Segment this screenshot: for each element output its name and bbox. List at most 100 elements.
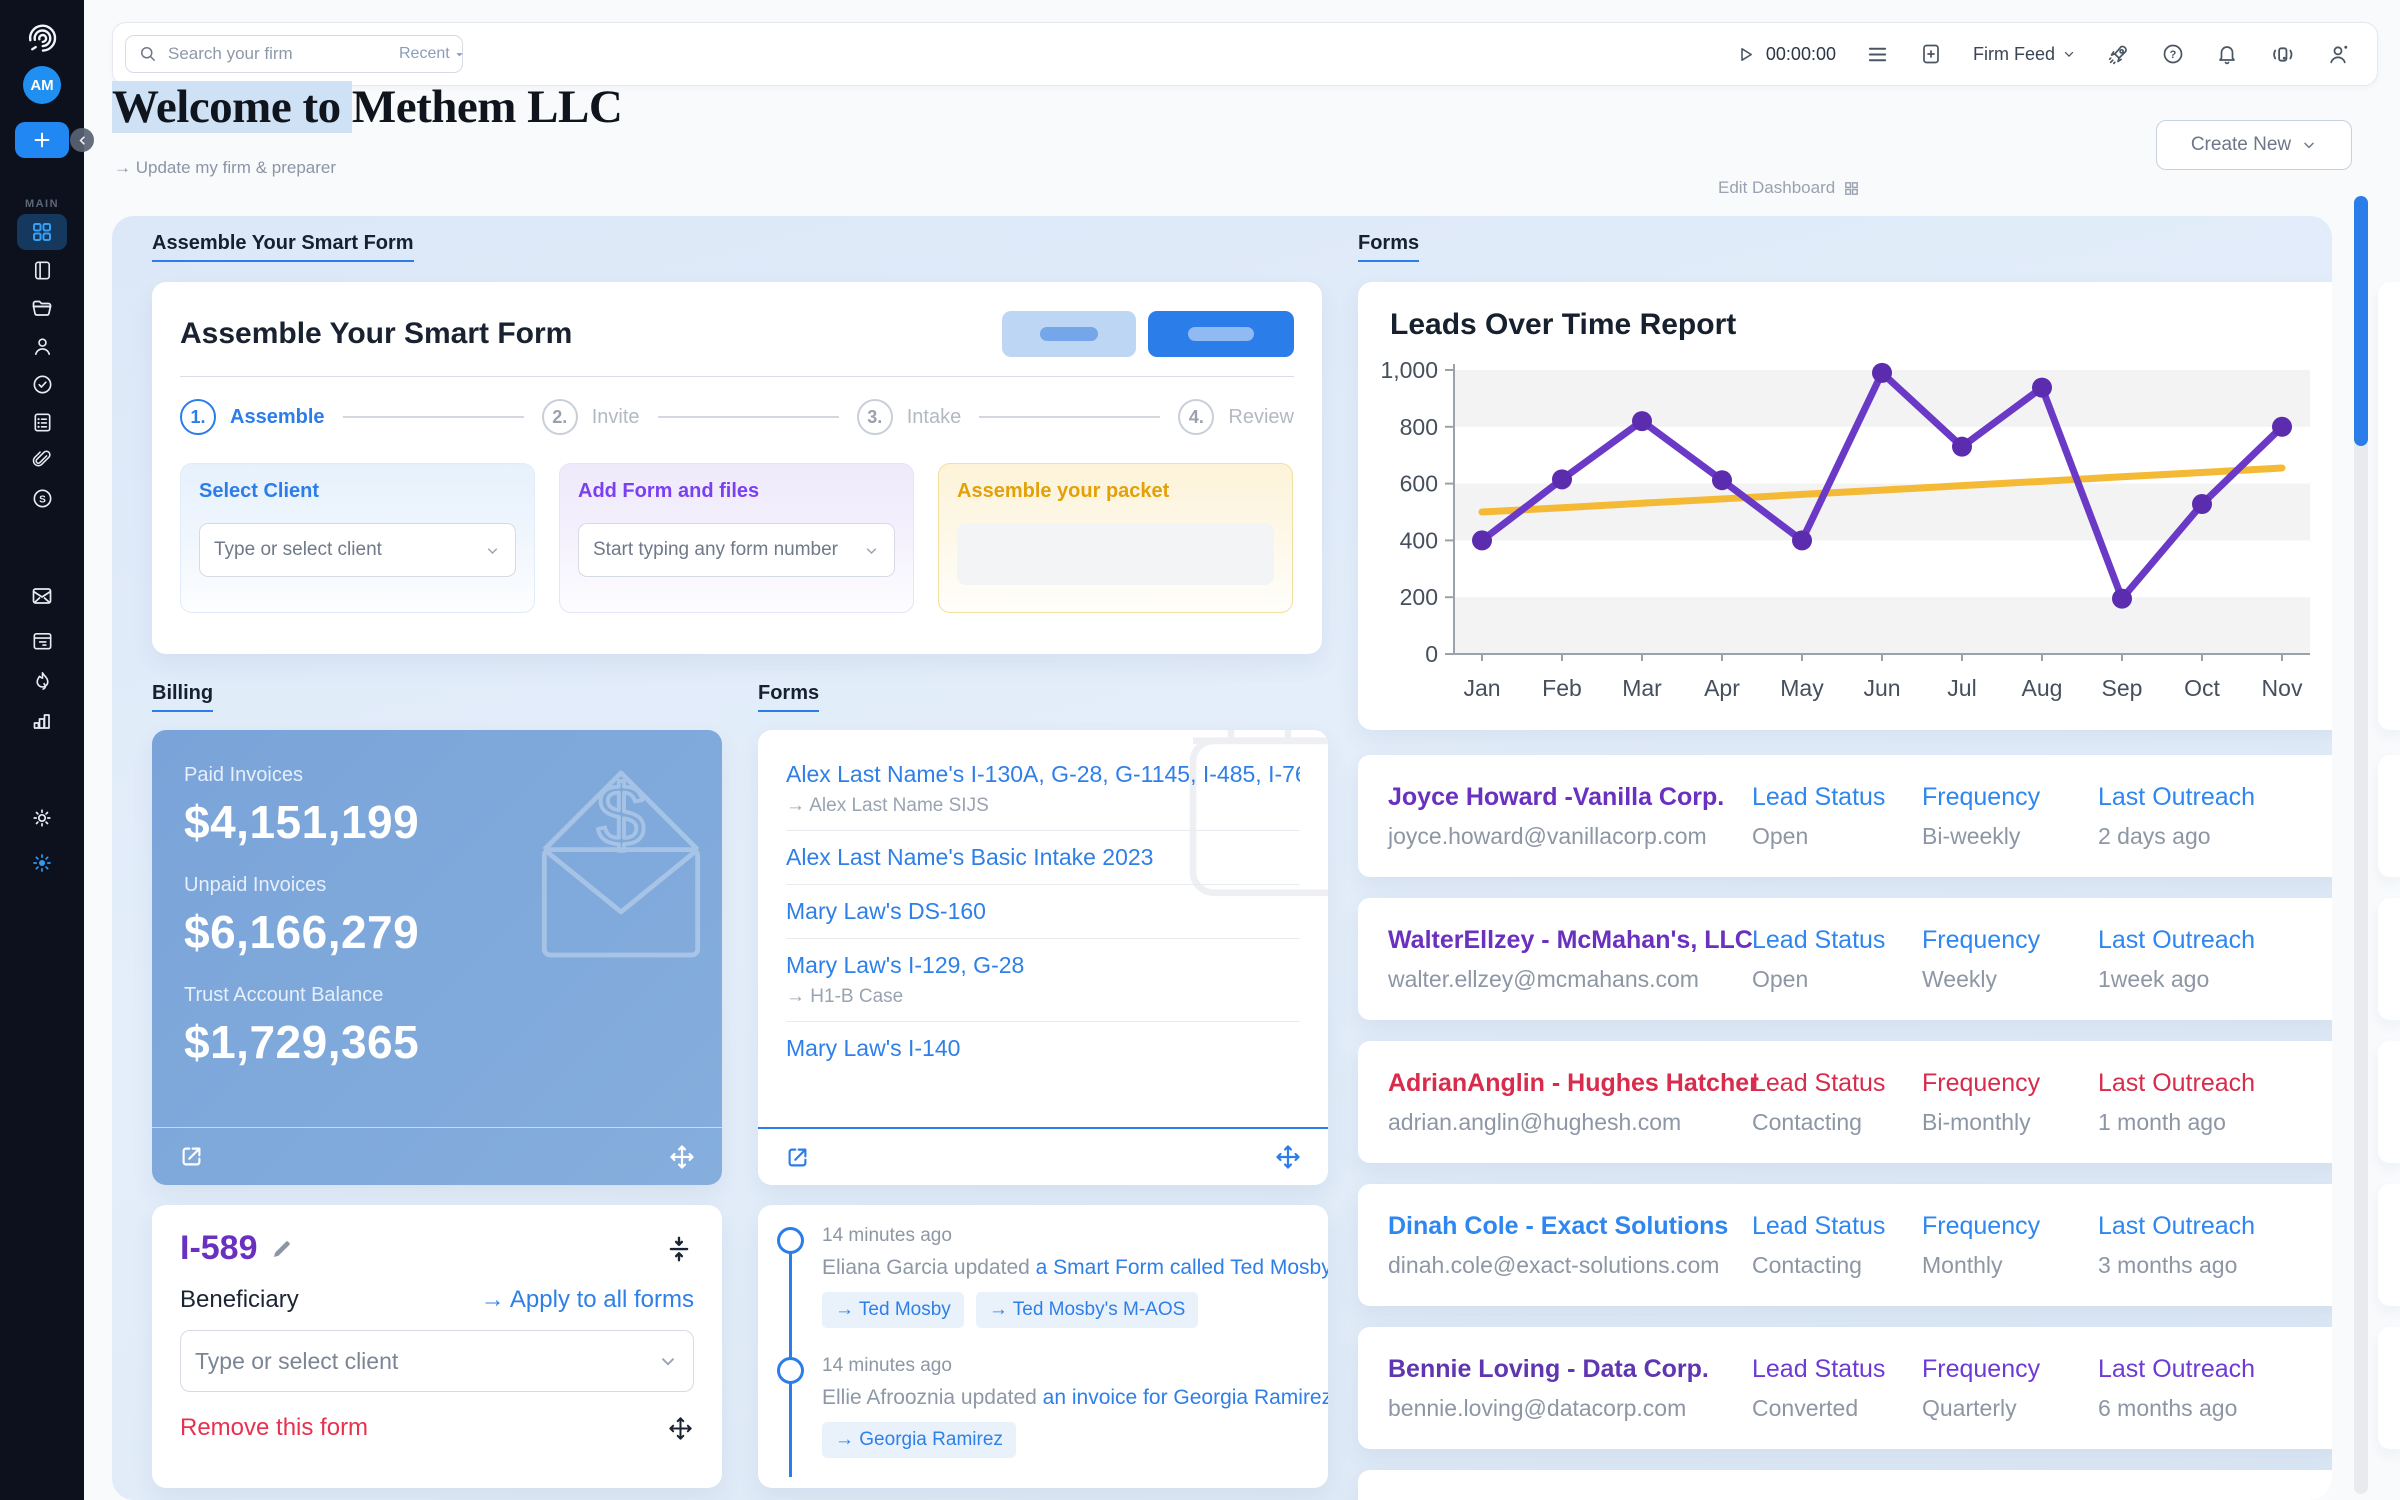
sidebar-item-reports[interactable]	[17, 702, 67, 738]
lead-card[interactable]: AdrianAnglin - Hughes Hatcher Lead Statu…	[1358, 1041, 2332, 1163]
step-intake[interactable]: 3.Intake	[857, 399, 961, 435]
update-firm-link[interactable]: → Update my firm & preparer	[114, 158, 336, 178]
dashboard-panel: Assemble Your Smart Form Assemble Your S…	[112, 216, 2332, 1500]
form-number-select[interactable]: Start typing any form number	[578, 523, 895, 577]
sidebar-item-theme[interactable]	[17, 845, 67, 881]
form-list-item[interactable]: Mary Law's DS-160	[786, 885, 1300, 939]
page-title: Welcome to Methem LLC	[112, 80, 622, 134]
activity-entry: 14 minutes ago Eliana Garcia updated a S…	[822, 1225, 1310, 1328]
activity-tag[interactable]: → Ted Mosby's M-AOS	[976, 1292, 1199, 1328]
search-box[interactable]: Recent	[125, 35, 463, 73]
collapse-sidebar-button[interactable]	[70, 128, 94, 152]
create-new-button[interactable]: Create New	[2156, 120, 2352, 170]
scrollbar-track[interactable]	[2354, 196, 2368, 1494]
billing-card: $ Paid Invoices $4,151,199 Unpaid Invoic…	[152, 730, 722, 1185]
search-input[interactable]	[168, 44, 389, 64]
forms-card: Alex Last Name's I-130A, G-28, G-1145, I…	[758, 730, 1328, 1185]
chevron-down-icon	[484, 542, 501, 559]
screen-share-icon[interactable]	[2269, 41, 2296, 68]
lead-card[interactable]: Bennie Loving - Data Corp. Lead Status F…	[1358, 1327, 2332, 1449]
open-forms-link-icon[interactable]	[784, 1144, 811, 1171]
step-assemble[interactable]: 1.Assemble	[180, 399, 325, 435]
chevron-down-icon	[863, 542, 880, 559]
timer[interactable]: 00:00:00	[1735, 44, 1836, 65]
gear-icon	[30, 806, 54, 830]
dashboard-grid-icon	[1843, 180, 1860, 197]
billing-stat: Unpaid Invoices $6,166,279	[184, 874, 419, 959]
sidebar-item-dashboard[interactable]	[17, 214, 67, 250]
remove-form-link[interactable]: Remove this form	[180, 1414, 368, 1442]
client-select[interactable]: Type or select client	[199, 523, 516, 577]
sidebar-item-calendar[interactable]	[17, 622, 67, 658]
move-widget-handle-icon[interactable]	[667, 1415, 694, 1442]
svg-text:$: $	[597, 768, 645, 864]
activity-target-link[interactable]: a Smart Form called Ted Mosby's I-485	[1036, 1256, 1328, 1279]
peek-card	[2378, 755, 2400, 877]
edit-dashboard-button[interactable]: Edit Dashboard	[1718, 178, 1860, 198]
sidebar-item-forms[interactable]	[17, 404, 67, 440]
move-widget-handle-icon[interactable]	[1274, 1143, 1302, 1171]
billing-section-heading[interactable]: Billing	[152, 682, 213, 712]
add-new-button[interactable]	[15, 122, 69, 158]
activity-target-link[interactable]: an invoice for Georgia Ramirez	[1043, 1386, 1328, 1409]
sidebar-item-files[interactable]	[17, 442, 67, 478]
activity-tag[interactable]: → Ted Mosby	[822, 1292, 964, 1328]
lead-card[interactable]: Dinah Cole - Exact Solutions Lead Status…	[1358, 1184, 2332, 1306]
sidebar-item-activity[interactable]	[17, 663, 67, 699]
form-list-item[interactable]: Alex Last Name's Basic Intake 2023	[786, 831, 1300, 885]
sidebar-item-mail[interactable]	[17, 578, 67, 614]
svg-text:Jun: Jun	[1863, 675, 1900, 701]
add-box-icon[interactable]	[1919, 42, 1943, 66]
step-review[interactable]: 4.Review	[1178, 399, 1294, 435]
calendar-icon	[31, 629, 54, 652]
lead-card[interactable]: WalterEllzey - McMahan's, LLC Lead Statu…	[1358, 898, 2332, 1020]
svg-text:Feb: Feb	[1542, 675, 1582, 701]
leads-section-heading[interactable]: Forms	[1358, 232, 1419, 262]
sidebar-item-settings[interactable]	[17, 800, 67, 836]
svg-text:1,000: 1,000	[1380, 357, 1438, 383]
billing-stat: Trust Account Balance $1,729,365	[184, 984, 419, 1069]
help-icon[interactable]: ?	[2161, 42, 2185, 66]
skeleton-button-primary[interactable]	[1148, 311, 1294, 357]
apply-all-forms-link[interactable]: → Apply to all forms	[481, 1286, 694, 1314]
sidebar-item-tasks[interactable]	[17, 366, 67, 402]
smart-form-section-heading[interactable]: Assemble Your Smart Form	[152, 232, 414, 262]
collapse-form-icon[interactable]	[664, 1234, 694, 1264]
edit-pencil-icon[interactable]	[270, 1237, 294, 1261]
select-client-title: Select Client	[199, 480, 516, 503]
svg-text:600: 600	[1400, 471, 1438, 497]
sidebar-item-contacts[interactable]	[17, 328, 67, 364]
rocket-icon[interactable]	[2106, 42, 2131, 67]
form-list-item[interactable]: Mary Law's I-140	[786, 1022, 1300, 1075]
scrollbar-thumb[interactable]	[2354, 196, 2368, 446]
bell-icon[interactable]	[2215, 42, 2239, 66]
firm-feed-dropdown[interactable]: Firm Feed	[1973, 44, 2076, 65]
form-list-item[interactable]: Alex Last Name's I-130A, G-28, G-1145, I…	[786, 748, 1300, 831]
form-list-item[interactable]: Mary Law's I-129, G-28 → H1-B Case	[786, 939, 1300, 1022]
notebook-icon	[31, 259, 54, 282]
open-billing-link-icon[interactable]	[178, 1143, 205, 1170]
activity-tag[interactable]: → Georgia Ramirez	[822, 1422, 1016, 1458]
svg-text:?: ?	[2170, 49, 2177, 61]
sidebar-item-cases[interactable]	[17, 290, 67, 326]
paperclip-icon	[31, 449, 53, 471]
assemble-packet-title: Assemble your packet	[957, 480, 1274, 503]
svg-text:800: 800	[1400, 414, 1438, 440]
lead-card[interactable]: Joyce Howard -Vanilla Corp. Lead Status …	[1358, 755, 2332, 877]
sidebar-item-notebook[interactable]	[17, 252, 67, 288]
mail-icon	[30, 584, 54, 608]
sidebar-item-billing[interactable]: S	[17, 480, 67, 516]
move-widget-handle-icon[interactable]	[668, 1143, 696, 1171]
beneficiary-select[interactable]: Type or select client	[180, 1330, 694, 1392]
step-invite[interactable]: 2.Invite	[542, 399, 640, 435]
account-icon[interactable]	[2326, 42, 2351, 67]
task-list-icon[interactable]	[1866, 43, 1889, 66]
folder-icon	[30, 296, 54, 320]
forms-section-heading[interactable]: Forms	[758, 682, 819, 712]
avatar[interactable]: AM	[23, 66, 61, 104]
recent-dropdown[interactable]: Recent	[399, 45, 465, 63]
dashboard-grid-icon	[30, 220, 54, 244]
beneficiary-label: Beneficiary	[180, 1286, 299, 1314]
chevron-down-icon	[657, 1350, 679, 1372]
skeleton-button-secondary[interactable]	[1002, 311, 1136, 357]
